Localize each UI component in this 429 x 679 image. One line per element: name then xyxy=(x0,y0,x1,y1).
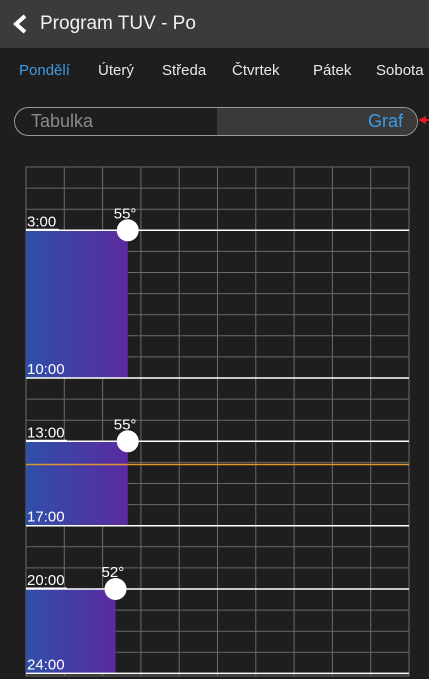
end-time-label: 10:00 xyxy=(27,361,65,378)
start-time-label: 3:00 xyxy=(27,213,56,230)
temperature-knob[interactable] xyxy=(116,219,139,242)
start-time-label: 20:00 xyxy=(27,572,65,589)
schedule-bar xyxy=(26,230,128,378)
end-time-label: 17:00 xyxy=(27,509,65,526)
schedule-graph[interactable]: 3:0010:0055°13:0017:0055°20:0024:0052° xyxy=(0,0,429,679)
temperature-knob[interactable] xyxy=(116,430,139,453)
start-time-label: 13:00 xyxy=(27,424,65,441)
temperature-knob[interactable] xyxy=(104,578,127,600)
end-time-label: 24:00 xyxy=(27,656,65,673)
